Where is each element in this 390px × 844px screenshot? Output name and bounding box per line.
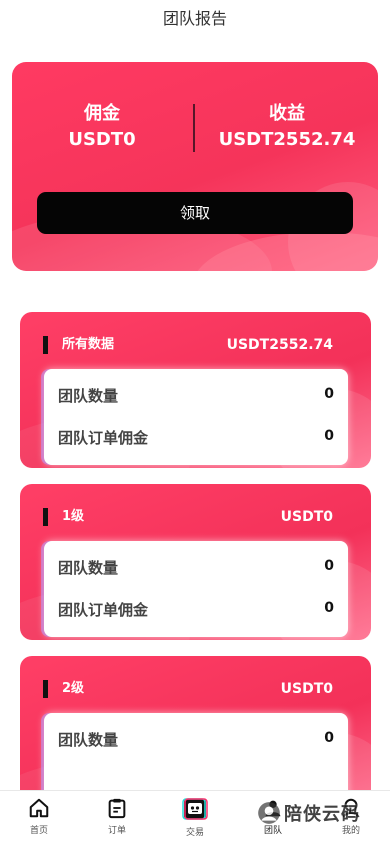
level-card-header: 1级 USDT0 [20, 484, 371, 538]
tab-label: 交易 [185, 828, 204, 838]
stat-label: 团队订单佣金 [58, 429, 149, 447]
tab-label: 首页 [29, 826, 48, 836]
commission-value: USDT0 [68, 129, 136, 150]
tab-home[interactable]: 首页 [0, 797, 78, 837]
commission-label: 佣金 [84, 103, 120, 124]
watermark-logo-icon [258, 802, 280, 824]
stat-value: 0 [324, 428, 334, 444]
level-card-header: 所有数据 USDT2552.74 [20, 312, 371, 366]
commission-summary: 佣金 USDT0 [17, 102, 187, 152]
tab-orders[interactable]: 订单 [78, 797, 156, 837]
level-title: 所有数据 [62, 337, 115, 352]
level-amount: USDT0 [280, 509, 333, 525]
tab-trade[interactable]: 交易 [156, 797, 234, 839]
level-amount: USDT2552.74 [226, 337, 333, 353]
level-card-1: 1级 USDT0 团队数量 0 团队订单佣金 0 [20, 484, 371, 640]
stat-row-team-count: 团队数量 0 [58, 556, 334, 580]
income-value: USDT2552.74 [218, 129, 356, 150]
watermark-text: 陪侠云码 [284, 804, 360, 825]
stat-label: 团队数量 [58, 731, 119, 749]
clipboard-icon [108, 798, 126, 819]
home-icon [29, 798, 49, 818]
stat-value: 0 [324, 558, 334, 574]
stat-row-team-commission: 团队订单佣金 0 [58, 598, 334, 622]
level-stats-panel: 团队数量 0 团队订单佣金 0 [44, 369, 348, 465]
level-card-header: 2级 USDT0 [20, 656, 371, 710]
page-header: 团队报告 [0, 0, 390, 40]
stat-value: 0 [324, 600, 334, 616]
stat-label: 团队数量 [58, 559, 119, 577]
level-title: 2级 [62, 681, 85, 696]
level-card-all: 所有数据 USDT2552.74 团队数量 0 团队订单佣金 0 [20, 312, 371, 468]
stat-value: 0 [324, 386, 334, 402]
watermark: 陪侠云码 [256, 798, 360, 828]
tab-label: 订单 [107, 826, 126, 836]
claim-button[interactable]: 领取 [37, 192, 353, 234]
income-label: 收益 [269, 103, 305, 124]
robot-icon [182, 798, 208, 820]
title-marker [43, 336, 48, 354]
summary-card: 佣金 USDT0 收益 USDT2552.74 领取 [12, 62, 378, 271]
income-summary: 收益 USDT2552.74 [202, 102, 372, 152]
title-marker [43, 680, 48, 698]
level-amount: USDT0 [280, 681, 333, 697]
stat-row-team-count: 团队数量 0 [58, 728, 334, 752]
stat-label: 团队数量 [58, 387, 119, 405]
stat-row-team-commission: 团队订单佣金 0 [58, 426, 334, 450]
summary-divider [193, 104, 195, 152]
stat-label: 团队订单佣金 [58, 601, 149, 619]
stat-value: 0 [324, 730, 334, 746]
level-title: 1级 [62, 509, 85, 524]
page-title: 团队报告 [162, 9, 227, 28]
stat-row-team-count: 团队数量 0 [58, 384, 334, 408]
level-card-2: 2级 USDT0 团队数量 0 [20, 656, 371, 812]
title-marker [43, 508, 48, 526]
level-stats-panel: 团队数量 0 团队订单佣金 0 [44, 541, 348, 637]
